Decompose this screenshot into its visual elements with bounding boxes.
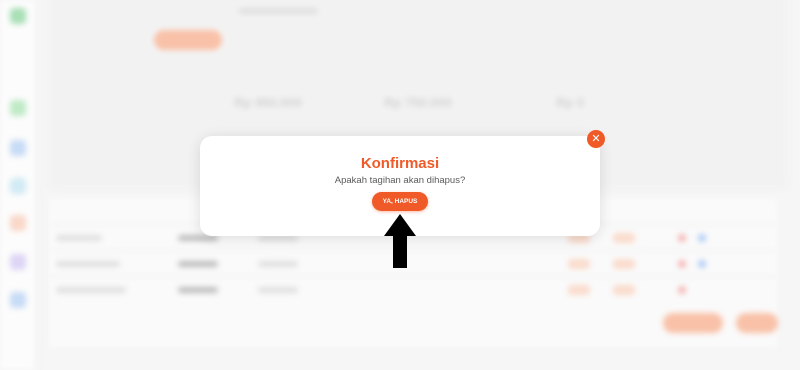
confirm-delete-button[interactable]: YA, HAPUS [372,192,428,211]
close-icon[interactable]: ✕ [587,130,605,148]
dialog-message: Apakah tagihan akan dihapus? [334,175,466,186]
dialog-title: Konfirmasi [360,155,440,172]
arrow-pointer-icon [384,214,416,268]
